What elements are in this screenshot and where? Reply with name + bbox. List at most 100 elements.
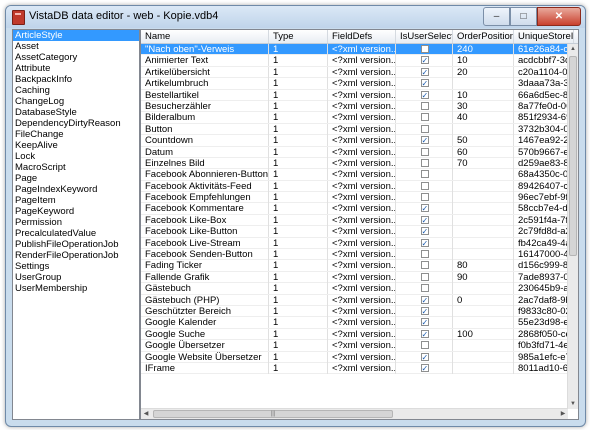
cell-orderposition[interactable]: [453, 78, 514, 90]
table-row[interactable]: Besucherzähler 1 <?xml version... 30 8a77fe0…: [141, 100, 574, 113]
cell-name[interactable]: Einzelnes Bild: [141, 157, 269, 169]
cell-name[interactable]: Button: [141, 123, 269, 135]
checkbox[interactable]: ✓: [420, 90, 429, 99]
checkbox[interactable]: [420, 158, 429, 167]
cell-orderposition[interactable]: 100: [453, 328, 514, 340]
table-row[interactable]: Facebook Aktivitäts-Feed 1 <?xml version..…: [141, 180, 574, 193]
checkbox[interactable]: [420, 193, 429, 202]
table-row[interactable]: "Nach oben"-Verweis 1 <?xml version... 240 6…: [141, 44, 574, 56]
cell-orderposition[interactable]: 70: [453, 157, 514, 169]
cell-orderposition[interactable]: [453, 362, 514, 374]
column-header-orderposition[interactable]: OrderPosition: [453, 30, 514, 43]
column-header-type[interactable]: Type: [269, 30, 328, 43]
checkbox[interactable]: ✓: [420, 67, 429, 76]
horizontal-scroll-thumb[interactable]: |||: [153, 410, 393, 418]
cell-name[interactable]: Facebook Like-Box: [141, 214, 269, 226]
cell-uniquestoreid[interactable]: 61e26a84-c1...: [514, 44, 574, 55]
cell-name[interactable]: Artikelumbruch: [141, 78, 269, 90]
cell-fielddefs[interactable]: <?xml version...: [328, 362, 396, 374]
column-header-name[interactable]: Name: [141, 30, 269, 43]
cell-orderposition[interactable]: 90: [453, 271, 514, 283]
cell-name[interactable]: Gästebuch: [141, 283, 269, 295]
table-row[interactable]: Facebook Empfehlungen 1 <?xml version... 96…: [141, 192, 574, 204]
cell-fielddefs[interactable]: <?xml version...: [328, 226, 396, 238]
cell-type[interactable]: 1: [269, 146, 328, 158]
cell-uniquestoreid[interactable]: 2ac7daf8-9b7...: [514, 294, 574, 306]
cell-uniquestoreid[interactable]: c20a1104-0c1...: [514, 66, 574, 78]
checkbox[interactable]: ✓: [420, 204, 429, 213]
cell-uniquestoreid[interactable]: 58ccb7e4-daa...: [514, 203, 574, 215]
table-row[interactable]: Google Kalender 1 <?xml version... ✓ 55e23d9…: [141, 317, 574, 329]
cell-fielddefs[interactable]: <?xml version...: [328, 305, 396, 317]
cell-type[interactable]: 1: [269, 135, 328, 147]
cell-type[interactable]: 1: [269, 100, 328, 112]
cell-orderposition[interactable]: [453, 123, 514, 135]
cell-uniquestoreid[interactable]: d259ae83-86...: [514, 157, 574, 169]
cell-name[interactable]: "Nach oben"-Verweis: [141, 44, 269, 55]
cell-fielddefs[interactable]: <?xml version...: [328, 112, 396, 124]
cell-uniquestoreid[interactable]: 8011ad10-6fc...: [514, 362, 574, 374]
cell-fielddefs[interactable]: <?xml version...: [328, 66, 396, 78]
cell-fielddefs[interactable]: <?xml version...: [328, 271, 396, 283]
cell-fielddefs[interactable]: <?xml version...: [328, 260, 396, 272]
cell-orderposition[interactable]: 10: [453, 89, 514, 101]
cell-name[interactable]: Google Suche: [141, 328, 269, 340]
cell-fielddefs[interactable]: <?xml version...: [328, 237, 396, 249]
table-list-item[interactable]: Permission: [13, 217, 139, 228]
table-row[interactable]: Button1<?xml version... 3732b304-07...: [141, 123, 574, 136]
cell-name[interactable]: Google Kalender: [141, 317, 269, 329]
cell-name[interactable]: Facebook Senden-Button: [141, 249, 269, 261]
checkbox[interactable]: [420, 170, 429, 179]
cell-orderposition[interactable]: 240: [453, 44, 514, 55]
cell-fielddefs[interactable]: <?xml version...: [328, 44, 396, 55]
cell-name[interactable]: Countdown: [141, 135, 269, 147]
table-row[interactable]: Datum1<?xml version... 60570b9667-ec...: [141, 146, 574, 158]
cell-type[interactable]: 1: [269, 66, 328, 78]
cell-name[interactable]: Facebook Abonnieren-Button: [141, 169, 269, 181]
cell-orderposition[interactable]: [453, 283, 514, 295]
table-row[interactable]: Google Übersetzer 1 <?xml version... f0b3fd…: [141, 340, 574, 352]
cell-uniquestoreid[interactable]: 8a77fe0d-061...: [514, 100, 574, 112]
cell-orderposition[interactable]: [453, 203, 514, 215]
cell-name[interactable]: Facebook Aktivitäts-Feed: [141, 180, 269, 192]
cell-name[interactable]: Animierter Text: [141, 55, 269, 67]
cell-fielddefs[interactable]: <?xml version...: [328, 294, 396, 306]
cell-fielddefs[interactable]: <?xml version...: [328, 340, 396, 352]
table-list-item[interactable]: PublishFileOperationJob: [13, 239, 139, 250]
cell-name[interactable]: Fallende Grafik: [141, 271, 269, 283]
cell-type[interactable]: 1: [269, 294, 328, 306]
cell-orderposition[interactable]: 30: [453, 100, 514, 112]
table-list-item[interactable]: BackpackInfo: [13, 74, 139, 85]
cell-orderposition[interactable]: 80: [453, 260, 514, 272]
table-list-item[interactable]: AssetCategory: [13, 52, 139, 63]
table-row[interactable]: Fallende Grafik 1 <?xml version... 90 7ade89…: [141, 271, 574, 284]
cell-orderposition[interactable]: [453, 249, 514, 261]
cell-orderposition[interactable]: [453, 351, 514, 363]
cell-type[interactable]: 1: [269, 340, 328, 352]
cell-type[interactable]: 1: [269, 78, 328, 90]
table-row[interactable]: Countdown1<?xml version... ✓ 501467ea92-2a…: [141, 135, 574, 147]
table-list-item[interactable]: Attribute: [13, 63, 139, 74]
checkbox[interactable]: [420, 250, 429, 259]
checkbox[interactable]: ✓: [420, 238, 429, 247]
table-list-item[interactable]: Lock: [13, 151, 139, 162]
cell-uniquestoreid[interactable]: 68a4350c-07...: [514, 169, 574, 181]
cell-name[interactable]: Google Übersetzer: [141, 340, 269, 352]
cell-name[interactable]: Fading Ticker: [141, 260, 269, 272]
table-row[interactable]: Facebook Kommentare 1 <?xml version... ✓ 58c…: [141, 203, 574, 215]
cell-uniquestoreid[interactable]: fb42ca49-4ab...: [514, 237, 574, 249]
cell-uniquestoreid[interactable]: f9833c80-020...: [514, 305, 574, 317]
table-row[interactable]: Artikelübersicht 1 <?xml version... ✓ 20 c20a…: [141, 66, 574, 79]
table-list-item[interactable]: DependencyDirtyReason: [13, 118, 139, 129]
cell-type[interactable]: 1: [269, 362, 328, 374]
cell-name[interactable]: Artikelübersicht: [141, 66, 269, 78]
vertical-scrollbar[interactable]: ▲ ▼: [567, 44, 578, 409]
table-list-item[interactable]: PageKeyword: [13, 206, 139, 217]
table-row[interactable]: Facebook Like-Box 1 <?xml version... ✓ 2c591…: [141, 214, 574, 227]
table-row[interactable]: Artikelumbruch 1 <?xml version... ✓ 3daaa73a…: [141, 78, 574, 90]
data-grid[interactable]: NameTypeFieldDefsIsUserSelectableOrderPo…: [140, 29, 579, 420]
table-list-item[interactable]: ArticleStyle: [13, 30, 139, 41]
checkbox[interactable]: [420, 147, 429, 156]
cell-orderposition[interactable]: [453, 305, 514, 317]
cell-name[interactable]: Geschützter Bereich: [141, 305, 269, 317]
